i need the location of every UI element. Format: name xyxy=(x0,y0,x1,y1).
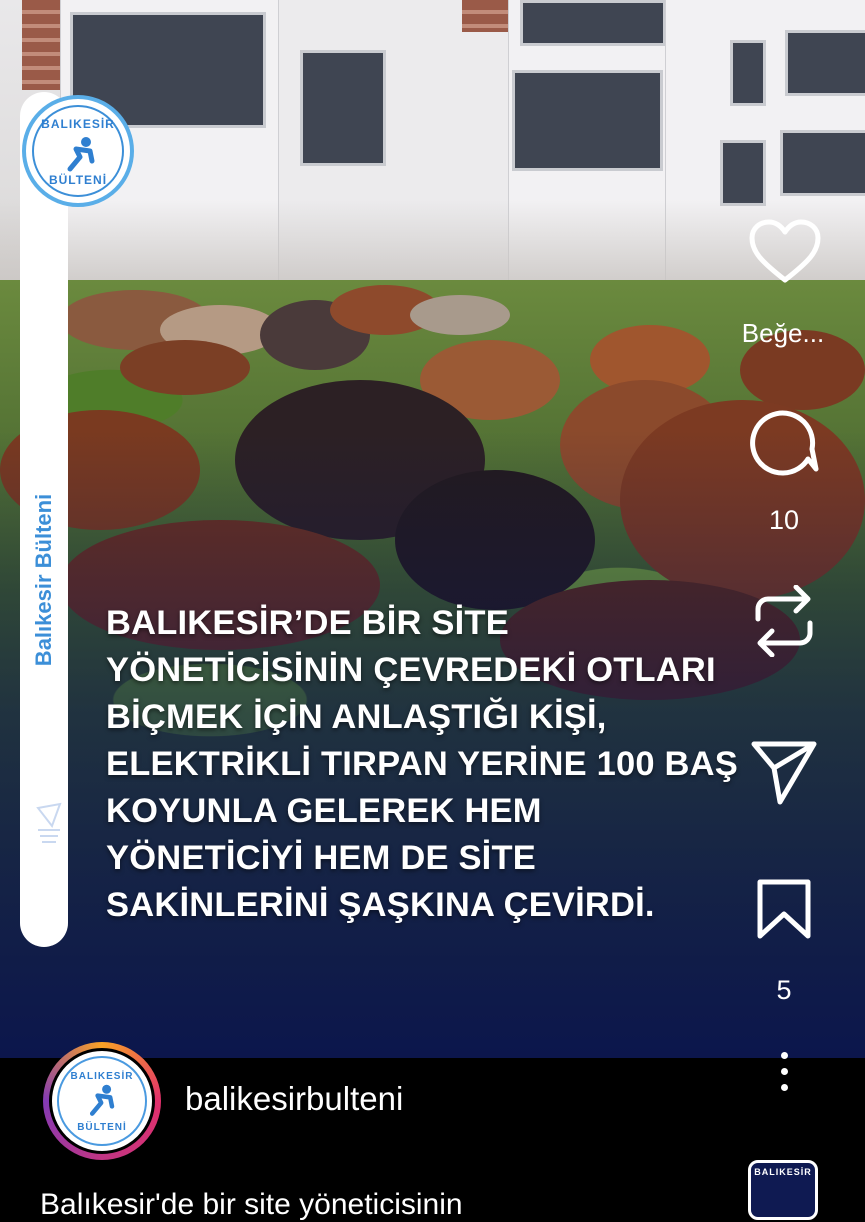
avatar-story-ring[interactable]: BALIKESİR BÜLTENİ xyxy=(43,1042,161,1160)
send-icon xyxy=(751,741,817,805)
thumb-logo-text: BALIKESİR xyxy=(754,1167,812,1177)
window xyxy=(730,40,766,106)
headline-line: BALIKESİR’DE BİR SİTE xyxy=(106,604,509,642)
avatar-logo-bottom: BÜLTENİ xyxy=(77,1122,127,1133)
brand-logo: BALIKESİR BÜLTENİ xyxy=(22,95,134,207)
comment-button[interactable] xyxy=(748,405,820,477)
repost-icon xyxy=(755,584,813,658)
share-button[interactable] xyxy=(750,738,818,806)
headline-line: KOYUNLA GELEREK HEM xyxy=(106,792,542,830)
save-count: 5 xyxy=(776,975,792,1005)
bookmark-icon xyxy=(757,879,811,939)
logo-text-bottom: BÜLTENİ xyxy=(48,173,108,187)
runner-icon xyxy=(89,1084,115,1116)
headline-line: YÖNETİCİSİNİN ÇEVREDEKİ OTLARI xyxy=(106,651,716,689)
window xyxy=(512,70,663,171)
more-icon xyxy=(781,1084,788,1091)
more-options-button[interactable] xyxy=(770,1048,800,1098)
comment-count: 10 xyxy=(768,505,800,535)
headline-line: ELEKTRİKLİ TIRPAN YERİNE 100 BAŞ xyxy=(106,745,738,783)
save-button[interactable] xyxy=(756,878,812,940)
more-icon xyxy=(781,1052,788,1059)
share-icon xyxy=(36,802,62,843)
headline-line: YÖNETİCİYİ HEM DE SİTE xyxy=(106,839,536,877)
window xyxy=(780,130,865,196)
logo-text-top: BALIKESİR xyxy=(41,117,115,131)
like-button[interactable] xyxy=(748,218,822,286)
sidebar-brand-text: Balıkesir Bülteni xyxy=(31,493,56,667)
like-label: Beğe... xyxy=(741,318,825,348)
window xyxy=(785,30,865,96)
sheep xyxy=(410,295,510,335)
window xyxy=(300,50,386,166)
runner-icon xyxy=(67,137,95,172)
post-headline: BALIKESİR’DE BİR SİTE YÖNETİCİSİNİN ÇEVR… xyxy=(106,600,846,929)
more-icon xyxy=(781,1068,788,1075)
brick-column xyxy=(462,0,514,32)
heart-icon xyxy=(749,219,821,283)
headline-line: BİÇMEK İÇİN ANLAŞTIĞI KİŞİ, xyxy=(106,698,607,736)
username-link[interactable]: balikesirbulteni xyxy=(185,1080,403,1118)
sheep xyxy=(120,340,250,395)
comment-icon xyxy=(750,410,819,476)
repost-button[interactable] xyxy=(750,584,818,658)
caption-text: Balıkesir'de bir site yöneticisinin xyxy=(40,1188,463,1221)
audio-thumbnail[interactable]: BALIKESİR xyxy=(748,1160,818,1220)
window xyxy=(720,140,766,206)
brick-column xyxy=(22,0,64,90)
headline-line: SAKİNLERİNİ ŞAŞKINA ÇEVİRDİ. xyxy=(106,886,655,924)
avatar: BALIKESİR BÜLTENİ xyxy=(49,1048,155,1154)
window xyxy=(520,0,666,46)
avatar-logo-top: BALIKESİR xyxy=(70,1071,134,1082)
